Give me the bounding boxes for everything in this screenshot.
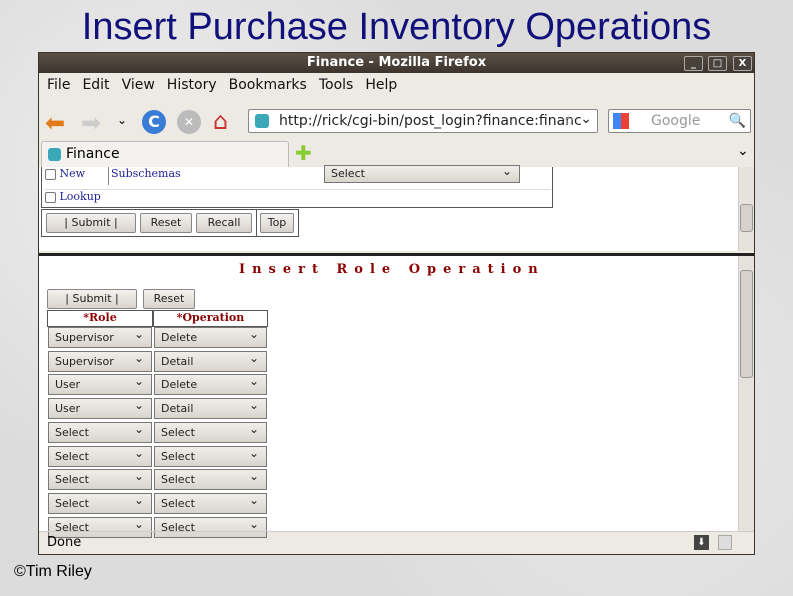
submit-button[interactable]: | Submit | [46, 213, 136, 233]
home-icon[interactable]: ⌂ [213, 107, 228, 135]
lower-scrollbar[interactable] [738, 256, 754, 531]
role-reset-button[interactable]: Reset [143, 289, 195, 309]
reload-icon[interactable]: C [142, 110, 166, 134]
new-option[interactable]: New [45, 167, 85, 180]
browser-window: Finance - Mozilla Firefox _ □ X File Edit… [38, 52, 755, 555]
recall-button[interactable]: Recall [196, 213, 252, 233]
tab-site-icon [48, 148, 61, 161]
upper-scroll-thumb[interactable] [740, 204, 753, 232]
subschemas-label: Subschemas [108, 167, 324, 185]
operation-select[interactable]: Delete [154, 372, 267, 396]
top-button[interactable]: Top [260, 213, 294, 233]
title-bar: Finance - Mozilla Firefox _ □ X [39, 53, 754, 73]
status-bar: Done ⬇ [39, 531, 754, 555]
search-box[interactable]: Google 🔍 [608, 109, 751, 133]
operation-select[interactable]: Delete [154, 325, 267, 348]
menu-history[interactable]: History [167, 77, 217, 93]
role-select[interactable]: Select [48, 444, 152, 467]
download-icon[interactable]: ⬇ [694, 535, 709, 550]
new-tab-icon[interactable]: ✚ [295, 141, 312, 165]
slide-title: Insert Purchase Inventory Operations [81, 6, 712, 48]
menu-help[interactable]: Help [365, 77, 397, 93]
options-table: New Subschemas Select Lookup [41, 163, 553, 208]
window-title: Finance - Mozilla Firefox [306, 55, 487, 70]
upper-scrollbar[interactable] [738, 167, 754, 251]
maximize-button[interactable]: □ [708, 56, 727, 71]
status-text: Done [47, 535, 82, 550]
operation-select[interactable]: Select [154, 444, 267, 467]
role-select[interactable]: Supervisor [48, 349, 152, 372]
subschema-select[interactable]: Select [324, 163, 520, 183]
tab-finance[interactable]: Finance [41, 141, 289, 167]
lookup-checkbox[interactable] [45, 191, 56, 203]
close-button[interactable]: X [733, 56, 752, 71]
role-select[interactable]: User [48, 372, 152, 396]
operation-select[interactable]: Select [154, 467, 267, 491]
role-select[interactable]: Supervisor [48, 325, 152, 348]
operation-select[interactable]: Select [154, 491, 267, 514]
menu-edit[interactable]: Edit [82, 77, 109, 93]
upper-frame: New Subschemas Select Lookup | Submit | … [39, 163, 754, 251]
operation-select[interactable]: Select [154, 420, 267, 443]
search-icon[interactable]: 🔍 [729, 110, 746, 132]
bookmark-star-icon[interactable]: ☆ [562, 110, 575, 132]
back-icon[interactable]: ⬅ [45, 109, 65, 137]
menu-view[interactable]: View [122, 77, 155, 93]
button-bar: | Submit | Reset Recall Top [41, 209, 299, 237]
stop-icon[interactable]: ✕ [177, 110, 201, 134]
copyright: ©Tim Riley [14, 563, 92, 580]
tab-label: Finance [66, 146, 120, 162]
operation-select[interactable]: Detail [154, 396, 267, 420]
url-text: http://rick/cgi-bin/post_login?finance:f… [279, 113, 582, 129]
top-cell: Top [256, 210, 298, 236]
lower-scroll-thumb[interactable] [740, 270, 753, 378]
tab-list-icon[interactable]: ⌄ [737, 143, 749, 159]
navigation-toolbar: ⬅ ➡ ⌄ C ✕ ⌂ http://rick/cgi-bin/post_log… [39, 103, 754, 139]
reset-button[interactable]: Reset [140, 213, 192, 233]
menu-file[interactable]: File [47, 77, 70, 93]
history-dropdown-icon[interactable]: ⌄ [117, 113, 127, 127]
lookup-option[interactable]: Lookup [45, 189, 551, 203]
role-select[interactable]: Select [48, 467, 152, 491]
lower-frame: Insert Role Operation | Submit | Reset *… [39, 256, 754, 538]
menu-bar: File Edit View History Bookmarks Tools Help [39, 77, 401, 99]
lookup-label: Lookup [59, 190, 101, 203]
google-icon[interactable] [613, 113, 629, 129]
menu-bookmarks[interactable]: Bookmarks [229, 77, 307, 93]
site-icon [255, 114, 269, 128]
clipboard-icon[interactable] [718, 535, 732, 550]
role-select[interactable]: Select [48, 420, 152, 443]
new-checkbox[interactable] [45, 168, 56, 180]
role-select[interactable]: User [48, 396, 152, 420]
url-dropdown-icon[interactable]: ⌄ [580, 110, 592, 130]
url-bar[interactable]: http://rick/cgi-bin/post_login?finance:f… [248, 109, 598, 133]
operation-select[interactable]: Detail [154, 349, 267, 372]
forward-icon[interactable]: ➡ [81, 109, 101, 137]
section-heading: Insert Role Operation [239, 262, 545, 277]
menu-tools[interactable]: Tools [319, 77, 354, 93]
role-select[interactable]: Select [48, 491, 152, 514]
search-placeholder: Google [651, 113, 701, 129]
tab-bar: Finance ✚ ⌄ [39, 141, 754, 167]
role-submit-button[interactable]: | Submit | [47, 289, 137, 309]
new-label: New [59, 167, 86, 180]
minimize-button[interactable]: _ [684, 56, 703, 71]
